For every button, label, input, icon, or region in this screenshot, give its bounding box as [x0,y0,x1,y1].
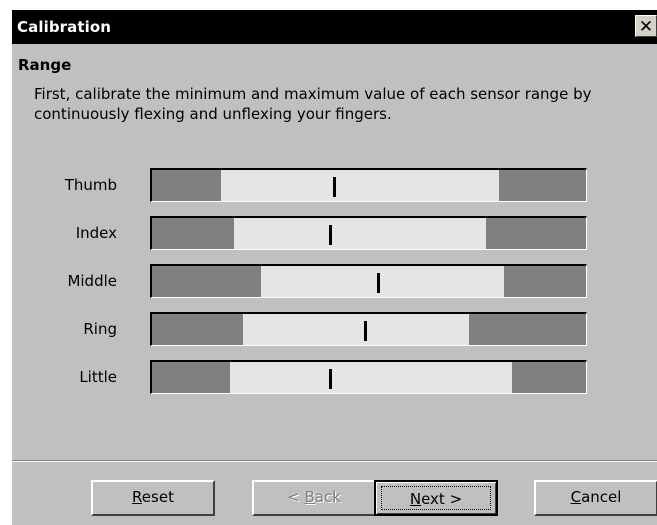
sensor-range-bar [150,168,587,202]
below-min-zone [152,170,221,201]
back-mnemonic: B [304,488,315,506]
above-max-zone [504,266,586,297]
sensor-label: Index [75,224,117,242]
current-value-marker [364,321,367,341]
calibration-dialog: Calibration ✕ Range First, calibrate the… [12,10,657,525]
sensor-label: Middle [67,272,117,290]
sensor-label: Little [79,368,117,386]
current-value-marker [329,225,332,245]
window-title: Calibration [17,18,112,36]
section-heading: Range [18,56,72,74]
reset-button[interactable]: Reset [91,480,215,516]
sensor-range-bar [150,312,587,346]
sensor-range-bar [150,360,587,394]
sensor-label: Thumb [64,176,117,194]
sensor-row-index: Index [12,216,657,250]
above-max-zone [512,362,586,393]
back-label-prefix: < [287,488,305,506]
close-icon[interactable]: ✕ [635,15,657,37]
cancel-label-rest: ancel [581,488,622,506]
sensor-row-thumb: Thumb [12,168,657,202]
below-min-zone [152,218,234,249]
above-max-zone [469,314,586,345]
below-min-zone [152,362,230,393]
cancel-button[interactable]: Cancel [534,480,657,516]
next-button[interactable]: Next > [374,480,498,516]
current-value-marker [329,369,332,389]
sensor-row-ring: Ring [12,312,657,346]
below-min-zone [152,314,243,345]
next-label-rest: ext > [421,490,463,508]
sensor-row-middle: Middle [12,264,657,298]
next-mnemonic: N [409,490,422,508]
focus-rectangle: Next > [381,486,491,510]
reset-label-rest: eset [141,488,174,506]
above-max-zone [499,170,586,201]
instructions-text: First, calibrate the minimum and maximum… [34,85,592,123]
back-button[interactable]: < Back [252,480,376,516]
below-min-zone [152,266,261,297]
current-value-marker [333,177,336,197]
title-bar[interactable]: Calibration ✕ [12,10,657,44]
above-max-zone [486,218,586,249]
sensor-row-little: Little [12,360,657,394]
reset-mnemonic: R [132,488,142,506]
footer-divider [12,460,657,462]
sensor-label: Ring [83,320,117,338]
back-label-rest: ack [314,488,341,506]
sensor-range-bar [150,264,587,298]
cancel-mnemonic: C [570,488,582,506]
sensor-range-bar [150,216,587,250]
current-value-marker [377,273,380,293]
